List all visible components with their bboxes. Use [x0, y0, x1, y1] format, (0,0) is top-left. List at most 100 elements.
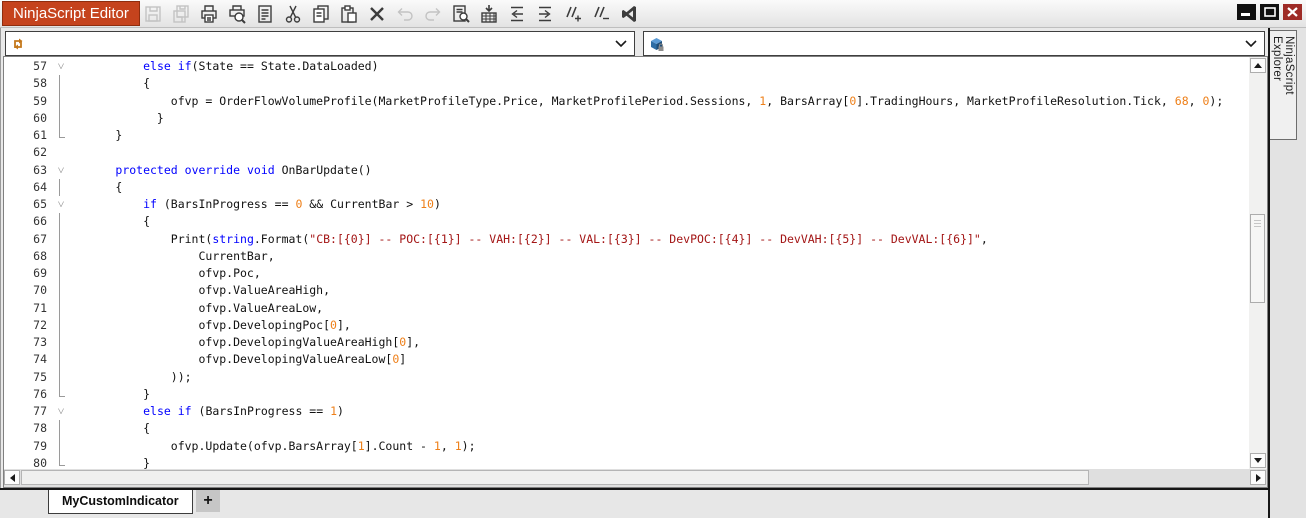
line-number: 67 [33, 231, 47, 246]
fold-collapse-chevron-icon[interactable] [47, 196, 67, 214]
code-line[interactable]: 58 { [4, 75, 1249, 93]
code-editor[interactable]: 57 else if(State == State.DataLoaded)58 … [3, 56, 1268, 488]
code-line[interactable]: 80 } [4, 454, 1249, 469]
code-line[interactable]: 76 } [4, 385, 1249, 403]
save-button[interactable] [141, 2, 165, 26]
code-line[interactable]: 71 ofvp.ValueAreaLow, [4, 299, 1249, 318]
code-line[interactable]: 73 ofvp.DevelopingValueAreaHigh[0], [4, 334, 1249, 352]
code-line[interactable]: 64 { [4, 178, 1249, 197]
minimize-button[interactable] [1237, 4, 1256, 20]
cut-button[interactable] [281, 2, 305, 26]
code-line[interactable]: 63 protected override void OnBarUpdate() [4, 162, 1249, 180]
code-text: else if (BarsInProgress == 1) [143, 404, 344, 418]
title-bar: NinjaScript Editor [0, 0, 1306, 28]
code-text: CurrentBar, [60, 248, 275, 263]
type-selector-dropdown[interactable] [5, 31, 635, 56]
print-icon [201, 4, 217, 23]
code-line[interactable]: 72 ofvp.DevelopingPoc[0], [4, 316, 1249, 335]
line-number: 79 [33, 438, 47, 453]
window-title: NinjaScript Editor [2, 1, 140, 26]
member-selector-dropdown[interactable] [643, 31, 1265, 56]
code-text: } [60, 128, 123, 142]
code-line[interactable]: 61 } [4, 127, 1249, 144]
horizontal-scroll-thumb[interactable] [21, 470, 1089, 485]
redo-button[interactable] [421, 2, 445, 26]
scroll-up-button[interactable] [1250, 58, 1266, 73]
decrease-indent-button[interactable] [505, 2, 529, 26]
fold-margin [47, 454, 65, 469]
uncomment-button[interactable] [589, 2, 613, 26]
triangle-right-icon [1255, 473, 1261, 482]
decrease-indent-icon [511, 6, 523, 21]
code-line[interactable]: 59 ofvp = OrderFlowVolumeProfile(MarketP… [4, 92, 1249, 111]
fold-margin [47, 213, 60, 231]
scroll-down-button[interactable] [1250, 453, 1266, 468]
code-text: } [60, 110, 164, 125]
copy-icon [313, 4, 329, 23]
close-button[interactable] [1283, 4, 1302, 20]
fold-margin [47, 92, 60, 111]
code-line[interactable]: 60 } [4, 109, 1249, 128]
vertical-scroll-thumb[interactable] [1250, 214, 1265, 303]
code-line[interactable]: 74 ofvp.DevelopingValueAreaLow[0] [4, 351, 1249, 369]
copy-button[interactable] [309, 2, 333, 26]
fold-margin [47, 178, 60, 197]
fold-collapse-chevron-icon[interactable] [47, 58, 67, 76]
code-line[interactable]: 57 else if(State == State.DataLoaded) [4, 58, 1249, 76]
increase-indent-icon [539, 6, 551, 21]
line-number: 75 [33, 369, 47, 384]
fold-collapse-chevron-icon[interactable] [47, 162, 67, 180]
line-number: 61 [33, 128, 47, 142]
horizontal-scrollbar[interactable] [4, 469, 1267, 487]
window-controls [1237, 4, 1302, 20]
undo-button[interactable] [393, 2, 417, 26]
undo-icon [397, 7, 413, 21]
line-number: 76 [33, 386, 47, 401]
comment-button[interactable] [561, 2, 585, 26]
delete-button[interactable] [365, 2, 389, 26]
fold-margin [47, 368, 60, 387]
code-text: ofvp = OrderFlowVolumeProfile(MarketProf… [60, 93, 1224, 108]
maximize-button[interactable] [1260, 4, 1279, 20]
code-line[interactable]: 68 CurrentBar, [4, 247, 1249, 266]
code-line[interactable]: 70 ofvp.ValueAreaHigh, [4, 282, 1249, 300]
redo-icon [425, 7, 441, 21]
tab-mycustomindicator[interactable]: MyCustomIndicator [48, 490, 193, 514]
line-number: 78 [33, 421, 47, 436]
print-preview-icon [229, 4, 246, 24]
code-line[interactable]: 62 [4, 144, 1249, 161]
code-line[interactable]: 77 else if (BarsInProgress == 1) [4, 403, 1249, 421]
vertical-scrollbar[interactable] [1249, 57, 1267, 469]
code-text: { [60, 421, 151, 436]
triangle-down-icon [1254, 458, 1262, 463]
code-line[interactable]: 78 { [4, 420, 1249, 438]
print-preview-button[interactable] [225, 2, 249, 26]
code-text: ofvp.DevelopingValueAreaLow[0] [60, 352, 407, 367]
ninjascript-explorer-tab[interactable]: NinjaScript Explorer [1270, 30, 1297, 140]
scroll-right-button[interactable] [1250, 470, 1266, 485]
compile-button[interactable] [477, 2, 501, 26]
scroll-left-button[interactable] [4, 470, 20, 485]
find-button[interactable] [449, 2, 473, 26]
code-line[interactable]: 66 { [4, 213, 1249, 231]
line-number: 71 [33, 300, 47, 315]
toolbar [141, 1, 641, 26]
fold-collapse-chevron-icon[interactable] [47, 403, 67, 421]
code-line[interactable]: 65 if (BarsInProgress == 0 && CurrentBar… [4, 196, 1249, 214]
line-number: 66 [33, 214, 47, 229]
document-button[interactable] [253, 2, 277, 26]
code-text: Print(string.Format("CB:[{0}] -- POC:[{1… [60, 231, 988, 246]
code-line[interactable]: 67 Print(string.Format("CB:[{0}] -- POC:… [4, 230, 1249, 249]
print-button[interactable] [197, 2, 221, 26]
code-line[interactable]: 69 ofvp.Poc, [4, 265, 1249, 283]
save-all-button[interactable] [169, 2, 193, 26]
paste-button[interactable] [337, 2, 361, 26]
increase-indent-button[interactable] [533, 2, 557, 26]
line-number: 59 [33, 93, 47, 108]
code-line[interactable]: 79 ofvp.Update(ofvp.BarsArray[1].Count -… [4, 437, 1249, 456]
code-text: } [60, 455, 151, 469]
fold-margin [47, 385, 65, 403]
visual-studio-button[interactable] [617, 2, 641, 26]
code-line[interactable]: 75 )); [4, 368, 1249, 387]
add-tab-button[interactable]: + [196, 490, 220, 512]
